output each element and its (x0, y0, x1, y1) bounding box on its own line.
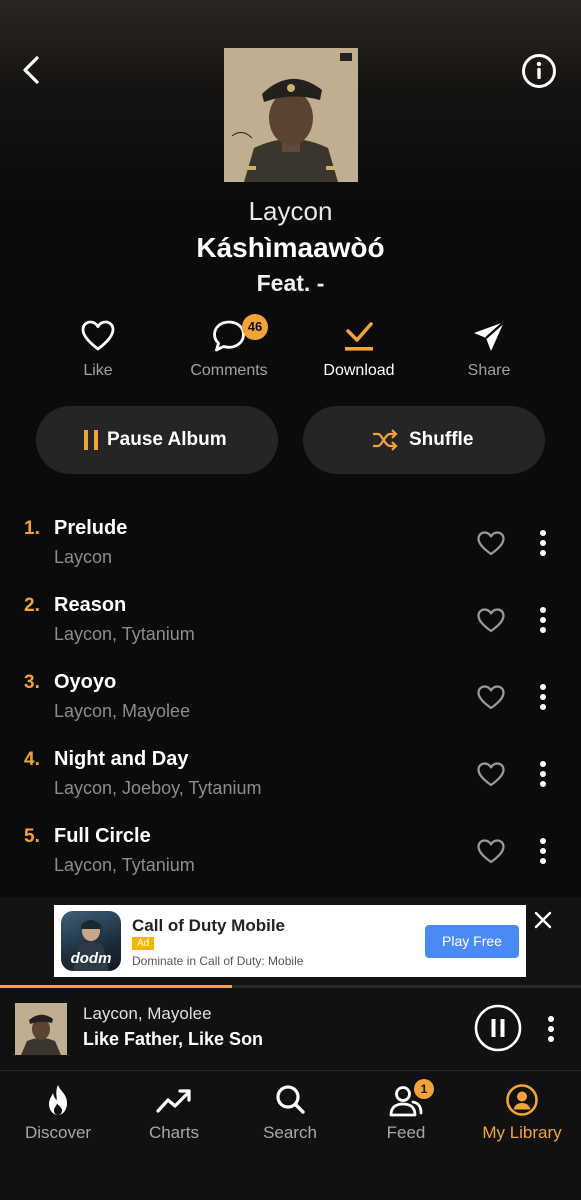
ad-description: Dominate in Call of Duty: Mobile (132, 954, 304, 968)
parental-advisory-label (340, 53, 352, 61)
more-vertical-icon[interactable] (532, 681, 554, 713)
now-playing-artists: Laycon, Mayolee (83, 1004, 212, 1023)
track-title: Oyoyo (54, 671, 117, 693)
user-circle-icon (506, 1084, 538, 1116)
album-title: Káshìmaawòó (196, 232, 385, 263)
tab-search[interactable]: Search (232, 1071, 348, 1161)
now-playing-title: Like Father, Like Son (83, 1029, 264, 1049)
info-icon (522, 54, 556, 88)
tab-my-library[interactable]: My Library (464, 1071, 580, 1161)
track-title: Full Circle (54, 825, 151, 847)
now-playing-artwork (15, 1003, 67, 1055)
comments-button[interactable]: 46 Comments (169, 314, 289, 384)
track-row[interactable]: 5. Full Circle Laycon, Tytanium (0, 821, 581, 893)
tab-my-library-label: My Library (482, 1123, 562, 1142)
more-vertical-icon[interactable] (532, 527, 554, 559)
more-vertical-icon[interactable] (532, 758, 554, 790)
chevron-left-icon (23, 56, 39, 84)
more-vertical-icon[interactable] (540, 1014, 562, 1044)
tab-search-label: Search (263, 1123, 317, 1142)
track-title: Night and Day (54, 748, 189, 770)
track-title: Prelude (54, 517, 128, 539)
shuffle-label: Shuffle (409, 429, 474, 450)
tab-discover[interactable]: Discover (0, 1071, 116, 1161)
share-button[interactable]: Share (429, 318, 549, 384)
more-vertical-icon[interactable] (532, 604, 554, 636)
track-number: 5. (24, 826, 40, 847)
trend-up-icon (156, 1089, 191, 1113)
back-button[interactable] (18, 54, 46, 86)
comments-count-badge: 46 (242, 314, 268, 340)
ad-play-free-button[interactable]: Play Free (425, 925, 519, 958)
download-label: Download (323, 362, 395, 379)
track-number: 2. (24, 595, 40, 616)
track-row[interactable]: 2. Reason Laycon, Tytanium (0, 590, 581, 662)
track-row[interactable]: 1. Prelude Laycon (0, 513, 581, 585)
heart-outline-icon (81, 320, 115, 351)
album-cover (224, 48, 358, 182)
close-icon[interactable] (533, 910, 553, 930)
tab-charts[interactable]: Charts (116, 1071, 232, 1161)
ad-title: Call of Duty Mobile (132, 916, 285, 935)
track-artists: Laycon, Joeboy, Tytanium (54, 778, 262, 798)
tab-charts-label: Charts (148, 1123, 200, 1142)
info-button[interactable] (521, 53, 557, 89)
cover-portrait-art (224, 48, 358, 182)
track-row[interactable]: 3. Oyoyo Laycon, Mayolee (0, 667, 581, 739)
track-artists: Laycon, Mayolee (54, 701, 191, 721)
share-label: Share (467, 362, 511, 379)
tab-feed[interactable]: 1 Feed (348, 1071, 464, 1161)
heart-outline-icon[interactable] (476, 529, 506, 557)
track-artists: Laycon (54, 547, 113, 567)
track-artists: Laycon, Tytanium (54, 855, 195, 875)
bottom-tab-bar: Discover Charts Search 1 Feed My Library (0, 1071, 581, 1200)
track-artists: Laycon, Tytanium (54, 624, 195, 644)
more-vertical-icon[interactable] (532, 835, 554, 867)
search-icon (276, 1085, 305, 1114)
heart-outline-icon[interactable] (476, 683, 506, 711)
ad-tag: Ad (132, 937, 155, 950)
send-icon (474, 321, 505, 351)
comments-label: Comments (190, 362, 268, 379)
featured-artists: Feat. - (256, 270, 325, 296)
like-album-button[interactable]: Like (38, 318, 158, 384)
shuffle-icon (373, 429, 398, 451)
track-title: Reason (54, 594, 127, 616)
tab-feed-label: Feed (386, 1123, 426, 1142)
tab-discover-label: Discover (24, 1123, 92, 1142)
ad-banner[interactable]: dodm Call of Duty Mobile Ad Dominate in … (54, 905, 526, 977)
pause-album-label: Pause Album (107, 429, 227, 450)
heart-outline-icon[interactable] (476, 760, 506, 788)
album-artist[interactable]: Laycon (0, 196, 581, 227)
pause-album-button[interactable]: Pause Album (36, 406, 278, 474)
ad-app-icon-text: dodm (70, 950, 112, 967)
pause-circle-icon[interactable] (474, 1004, 522, 1052)
flame-icon (49, 1085, 67, 1115)
track-number: 1. (24, 518, 40, 539)
track-number: 3. (24, 672, 40, 693)
track-number: 4. (24, 749, 40, 770)
heart-outline-icon[interactable] (476, 606, 506, 634)
shuffle-button[interactable]: Shuffle (303, 406, 545, 474)
download-button[interactable]: Download (299, 318, 419, 384)
track-row[interactable]: 4. Night and Day Laycon, Joeboy, Tytaniu… (0, 744, 581, 816)
artwork-portrait-art (15, 1003, 67, 1055)
mini-player[interactable]: Laycon, Mayolee Like Father, Like Son (0, 988, 581, 1070)
download-check-icon (345, 322, 373, 351)
heart-outline-icon[interactable] (476, 837, 506, 865)
pause-icon (84, 430, 98, 450)
feed-notification-badge: 1 (414, 1079, 434, 1099)
ad-app-icon: dodm (61, 911, 121, 971)
like-label: Like (83, 362, 113, 379)
